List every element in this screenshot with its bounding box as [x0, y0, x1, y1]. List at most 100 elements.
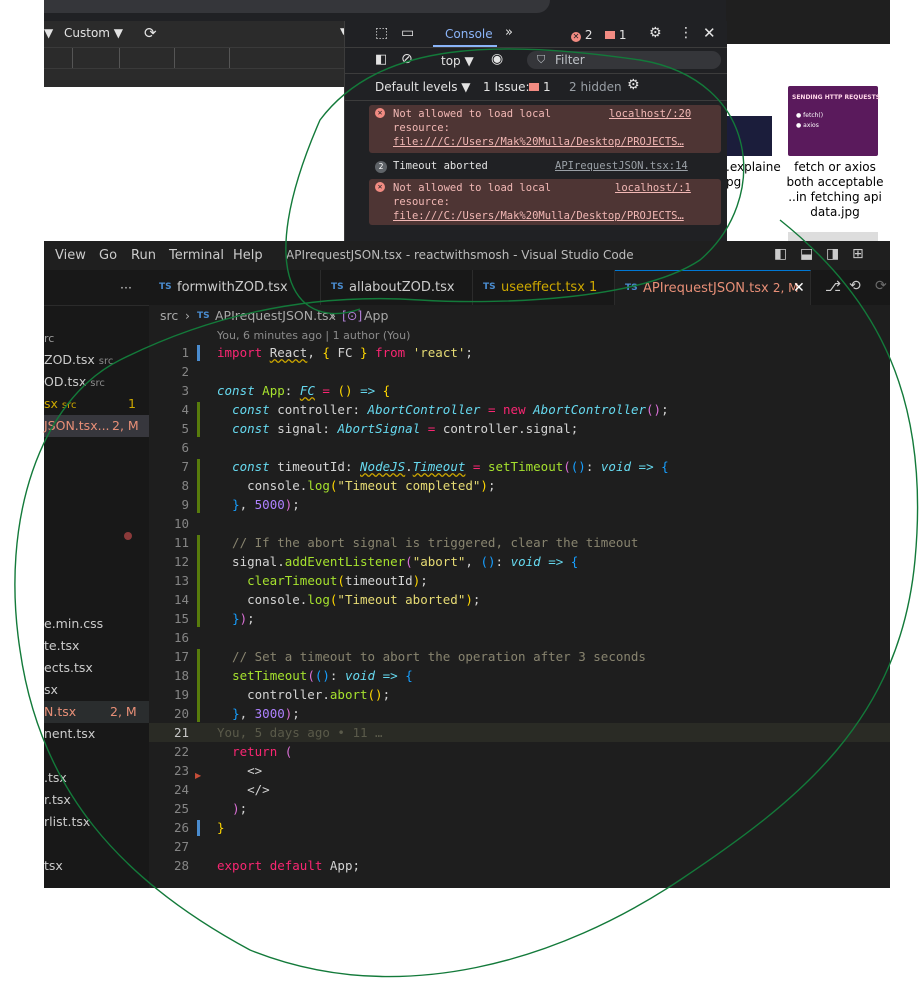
dark-window-edge [726, 0, 890, 44]
toggle-secondary-sidebar-icon[interactable]: ◨ [826, 246, 839, 262]
line-number: 22 [173, 744, 189, 759]
issue-counter[interactable]: 1 [605, 28, 626, 42]
file-thumbnail-1[interactable] [726, 116, 772, 156]
close-icon[interactable]: ✕ [703, 24, 716, 42]
explorer-item[interactable]: rc [44, 332, 54, 345]
console-settings-icon[interactable]: ⚙ [627, 77, 640, 93]
tab-allaboutzod[interactable]: TS allaboutZOD.tsx [321, 270, 473, 305]
inline-blame[interactable]: You, 5 days ago • 11 … [217, 725, 383, 740]
close-tab-icon[interactable]: ✕ [793, 271, 805, 306]
explorer-item-active[interactable]: JSON.tsx... 2, M [44, 415, 149, 437]
settings-icon[interactable]: ⚙ [649, 25, 662, 41]
explorer-item[interactable]: N.tsx 2, M [44, 701, 149, 723]
breadcrumb-symbol[interactable]: App [364, 305, 388, 327]
explorer-item[interactable]: OD.tsx src [44, 374, 105, 389]
file-label-1[interactable]: .explaine pg [726, 160, 781, 190]
error-count: 2 [584, 28, 593, 42]
menu-terminal[interactable]: Terminal [169, 248, 224, 263]
repeat-count-badge: 2 [375, 161, 387, 173]
line-number: 17 [173, 649, 189, 664]
message-file-link[interactable]: file:///C:/Users/Mak%20Mulla/Desktop/PRO… [393, 209, 684, 223]
code-line: const timeoutId: NodeJS.Timeout = setTim… [232, 459, 669, 474]
chevron-right-icon: › [185, 308, 190, 323]
explorer-item[interactable]: ZOD.tsx src [44, 352, 113, 367]
error-counter[interactable]: ✕ 2 [571, 28, 592, 42]
clear-console-icon[interactable]: ⊘ [401, 51, 413, 67]
console-message-log[interactable]: 2 Timeout aborted APIrequestJSON.tsx:14 [369, 157, 721, 175]
codelens-blame[interactable]: You, 6 minutes ago | 1 author (You) [217, 329, 410, 342]
console-message-error[interactable]: ✕ Not allowed to load local resource: fi… [369, 105, 721, 153]
explorer-item[interactable]: te.tsx [44, 638, 79, 653]
message-source[interactable]: localhost/:20 [609, 107, 691, 121]
thumb-bullet-1: ● fetch() [796, 112, 824, 119]
divider [44, 305, 149, 306]
message-source[interactable]: localhost/:1 [615, 181, 691, 195]
explorer-item[interactable]: nent.tsx [44, 726, 95, 741]
context-select[interactable]: top ▼ [441, 54, 474, 68]
dimensions-select[interactable]: Custom ▼ [64, 26, 123, 40]
file-thumbnail-2[interactable]: SENDING HTTP REQUESTS ● fetch() ● axios [788, 86, 880, 156]
issue-icon [605, 31, 615, 39]
code-line: }); [232, 611, 255, 626]
inspect-icon[interactable]: ⬚ [375, 25, 388, 41]
explorer-item[interactable]: ects.tsx [44, 660, 93, 675]
device-icon[interactable]: ▭ [401, 25, 414, 41]
line-number: 2 [181, 364, 189, 379]
explorer-item[interactable]: sx [44, 682, 58, 697]
filter-input[interactable]: ⛉ Filter [527, 51, 721, 69]
console-message-error[interactable]: ✕ Not allowed to load local resource: fi… [369, 179, 721, 225]
explorer-item[interactable]: .tsx [44, 770, 67, 785]
code-editor[interactable]: You, 6 minutes ago | 1 author (You) ▶ 12… [149, 327, 890, 888]
file-thumbnail-3[interactable] [788, 232, 878, 241]
go-back-icon[interactable]: ⟲ [849, 278, 861, 294]
line-number: 26 [173, 820, 189, 835]
kebab-menu-icon[interactable]: ⋮ [679, 25, 693, 41]
line-number: 5 [181, 421, 189, 436]
more-tabs-icon[interactable]: » [505, 25, 513, 40]
sidebar-toggle-icon[interactable]: ◧ [375, 52, 387, 67]
menu-run[interactable]: Run [131, 248, 156, 263]
hidden-count: 2 hidden [569, 80, 622, 94]
message-file-link[interactable]: file:///C:/Users/Mak%20Mulla/Desktop/PRO… [393, 135, 684, 149]
file-label-2[interactable]: fetch or axios both acceptable ..in fetc… [786, 160, 884, 220]
go-forward-icon[interactable]: ⟳ [875, 278, 887, 294]
device-toolbar-row: ▼ Custom ▼ ⟳ ▼ [44, 21, 347, 48]
explorer-item[interactable]: rlist.tsx [44, 814, 90, 829]
chevron-down-icon[interactable]: ▼ [44, 26, 53, 40]
breadcrumb-file[interactable]: APIrequestJSON.tsx [215, 305, 336, 327]
rotate-icon[interactable]: ⟳ [144, 24, 157, 42]
git-gutter-modified [197, 345, 200, 361]
tab-formwithzod[interactable]: TS formwithZOD.tsx [149, 270, 321, 305]
console-levels-row: Default levels ▼ 1 Issue: 1 2 hidden ⚙ [345, 74, 727, 101]
explorer-item[interactable]: sx src 1 [44, 396, 149, 411]
explorer-item[interactable]: r.tsx [44, 792, 71, 807]
menu-help[interactable]: Help [233, 248, 263, 263]
toggle-panel-icon[interactable]: ⬓ [800, 246, 813, 262]
explorer-sidebar: ··· rc ZOD.tsx src OD.tsx src sx src 1 JS… [44, 270, 149, 888]
explorer-more-icon[interactable]: ··· [120, 280, 132, 295]
error-icon: ✕ [375, 182, 385, 192]
toggle-sidebar-icon[interactable]: ◧ [774, 246, 787, 262]
line-number: 21 [173, 725, 189, 740]
explorer-item[interactable]: tsx [44, 858, 63, 873]
message-source[interactable]: APIrequestJSON.tsx:14 [555, 157, 688, 175]
menu-go[interactable]: Go [99, 248, 117, 263]
tab-useeffect[interactable]: TS useeffect.tsx 1 [473, 270, 615, 305]
issues-count: 1 [543, 80, 551, 94]
customize-layout-icon[interactable]: ⊞ [852, 246, 864, 262]
levels-select[interactable]: Default levels ▼ [375, 80, 471, 94]
breadcrumb-src[interactable]: src [160, 305, 178, 327]
ts-file-icon: TS [197, 311, 210, 321]
tab-apirequestjson-active[interactable]: TS APIrequestJSON.tsx 2, M ✕ [615, 270, 811, 305]
explorer-item[interactable]: e.min.css [44, 616, 103, 631]
menu-view[interactable]: View [55, 248, 86, 263]
eye-icon[interactable]: ◉ [491, 51, 503, 67]
source-control-diff-icon[interactable]: ⎇ [825, 279, 841, 295]
symbol-icon: [⊙] [342, 308, 363, 323]
line-number: 10 [173, 516, 189, 531]
tab-console[interactable]: Console [433, 21, 497, 47]
git-gutter-added [197, 535, 200, 627]
issues-label[interactable]: 1 Issue: [483, 80, 530, 94]
address-bar[interactable] [44, 0, 550, 13]
code-line: setTimeout((): void => { [232, 668, 413, 683]
